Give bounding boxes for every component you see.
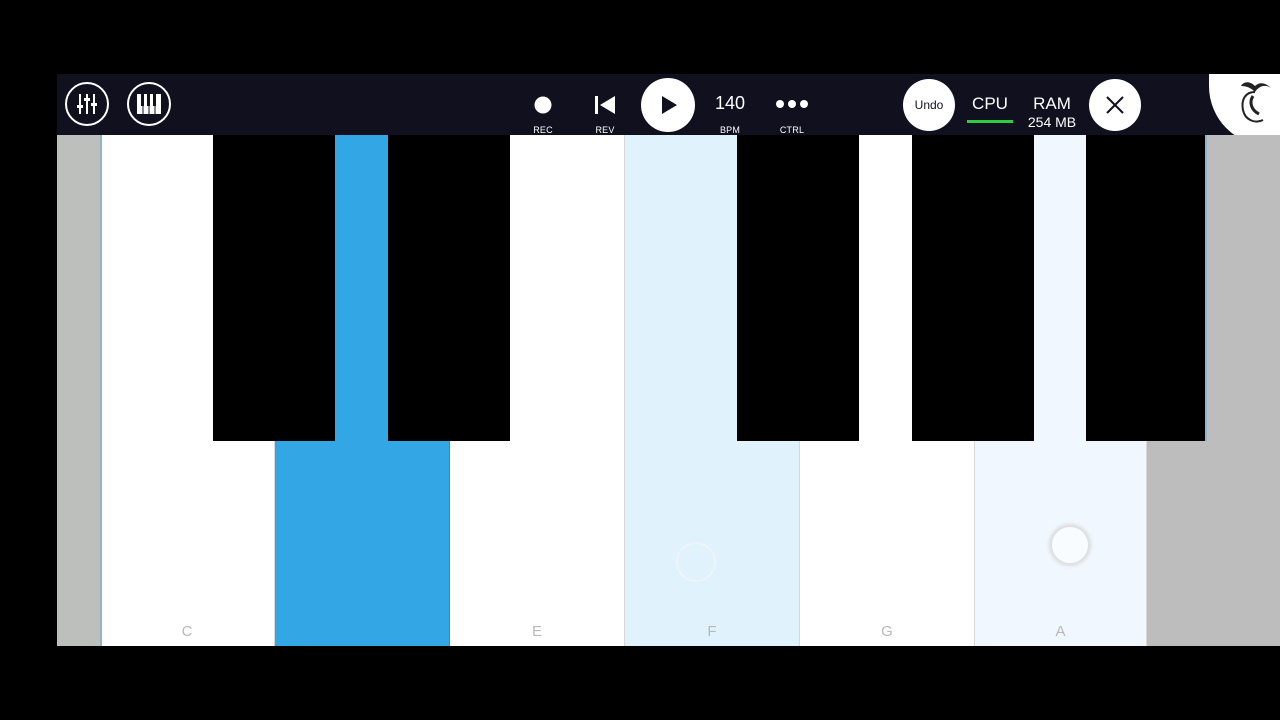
control-label: CTRL <box>779 125 805 135</box>
touch-indicator-faded <box>676 542 716 582</box>
more-dots-icon <box>776 100 808 108</box>
black-key-a-sharp[interactable] <box>1086 135 1207 441</box>
rewind-button[interactable]: REV <box>591 80 619 136</box>
play-icon <box>662 96 677 114</box>
cpu-meter: CPU <box>965 80 1015 130</box>
tempo-control[interactable]: 140 BPM <box>710 80 750 136</box>
key-note-label: E <box>531 623 542 640</box>
black-key-f-sharp[interactable] <box>737 135 859 441</box>
close-button[interactable] <box>1089 79 1141 131</box>
black-key-g-sharp[interactable] <box>912 135 1034 441</box>
record-icon <box>534 96 552 114</box>
bpm-value: 140 <box>714 93 746 113</box>
piano-keyboard[interactable]: C E F G A <box>57 135 1280 646</box>
fl-studio-mobile-app: REC REV 140 BPM CTRL Undo CPU RAM 254 MB <box>57 74 1280 646</box>
skip-back-icon <box>595 96 615 114</box>
black-key-d-sharp[interactable] <box>388 135 510 441</box>
cpu-meter-bar <box>967 120 1013 123</box>
top-toolbar: REC REV 140 BPM CTRL Undo CPU RAM 254 MB <box>57 74 1280 146</box>
black-key-c-sharp[interactable] <box>213 135 335 441</box>
key-divider-a-sharp <box>1205 135 1207 441</box>
ram-meter: RAM 254 MB <box>1021 80 1083 130</box>
keyboard-left-edge <box>57 135 100 646</box>
piano-button[interactable] <box>127 82 171 126</box>
fl-fruit-logo-icon <box>1241 82 1271 123</box>
bpm-label: BPM <box>719 125 741 135</box>
piano-keys-icon <box>137 94 161 114</box>
mixer-icon <box>77 94 97 114</box>
play-button[interactable] <box>641 78 695 132</box>
key-note-label: A <box>1055 623 1066 640</box>
touch-indicator <box>1050 525 1090 565</box>
record-label: REC <box>533 125 553 135</box>
close-icon <box>1106 96 1124 114</box>
key-note-label: G <box>881 623 893 640</box>
mixer-button[interactable] <box>65 82 109 126</box>
control-button[interactable]: CTRL <box>772 80 812 136</box>
key-divider-c <box>100 135 102 646</box>
record-button[interactable]: REC <box>529 80 557 136</box>
key-note-label: C <box>181 623 193 640</box>
rewind-label: REV <box>595 125 615 135</box>
cpu-label: CPU <box>972 94 1008 113</box>
undo-label: Undo <box>914 98 944 112</box>
undo-button[interactable]: Undo <box>903 79 955 131</box>
key-note-label: F <box>707 623 717 640</box>
ram-value: 254 MB <box>1027 114 1077 130</box>
ram-label: RAM <box>1033 94 1071 113</box>
